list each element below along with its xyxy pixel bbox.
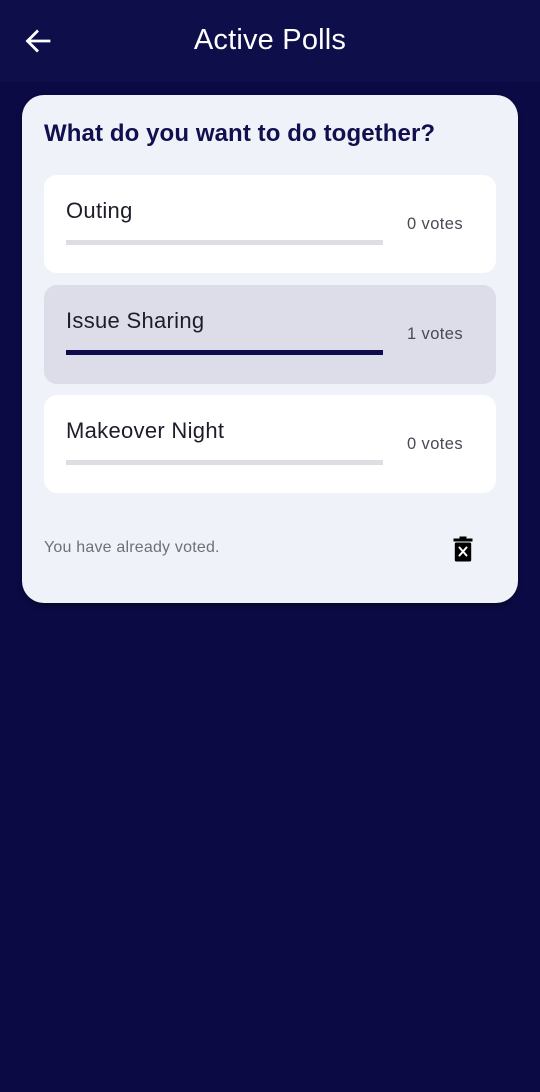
vote-progress-bar — [66, 350, 383, 355]
poll-option-issue-sharing[interactable]: Issue Sharing 1 votes — [44, 285, 496, 384]
trash-x-icon — [453, 536, 473, 562]
poll-option-votes: 0 votes — [407, 215, 463, 233]
poll-option-outing[interactable]: Outing 0 votes — [44, 175, 496, 273]
voted-status-text: You have already voted. — [44, 539, 220, 556]
poll-option-makeover-night[interactable]: Makeover Night 0 votes — [44, 395, 496, 493]
poll-option-label: Issue Sharing — [66, 308, 205, 333]
poll-option-votes: 1 votes — [407, 325, 463, 343]
poll-option-votes: 0 votes — [407, 435, 463, 453]
app-bar: Active Polls — [0, 0, 540, 82]
arrow-left-icon — [25, 29, 51, 53]
vote-progress-bar — [66, 460, 383, 465]
app-root: Active Polls What do you want to do toge… — [0, 0, 540, 1092]
page-title: Active Polls — [193, 23, 347, 56]
delete-poll-button[interactable] — [448, 534, 478, 564]
vote-progress-bar — [66, 240, 383, 245]
poll-question: What do you want to do together? — [44, 120, 436, 147]
poll-option-label: Outing — [66, 198, 133, 223]
vote-progress-fill — [66, 350, 383, 355]
poll-card: What do you want to do together? Outing … — [22, 95, 518, 603]
poll-option-label: Makeover Night — [66, 418, 225, 443]
back-button[interactable] — [16, 21, 60, 61]
